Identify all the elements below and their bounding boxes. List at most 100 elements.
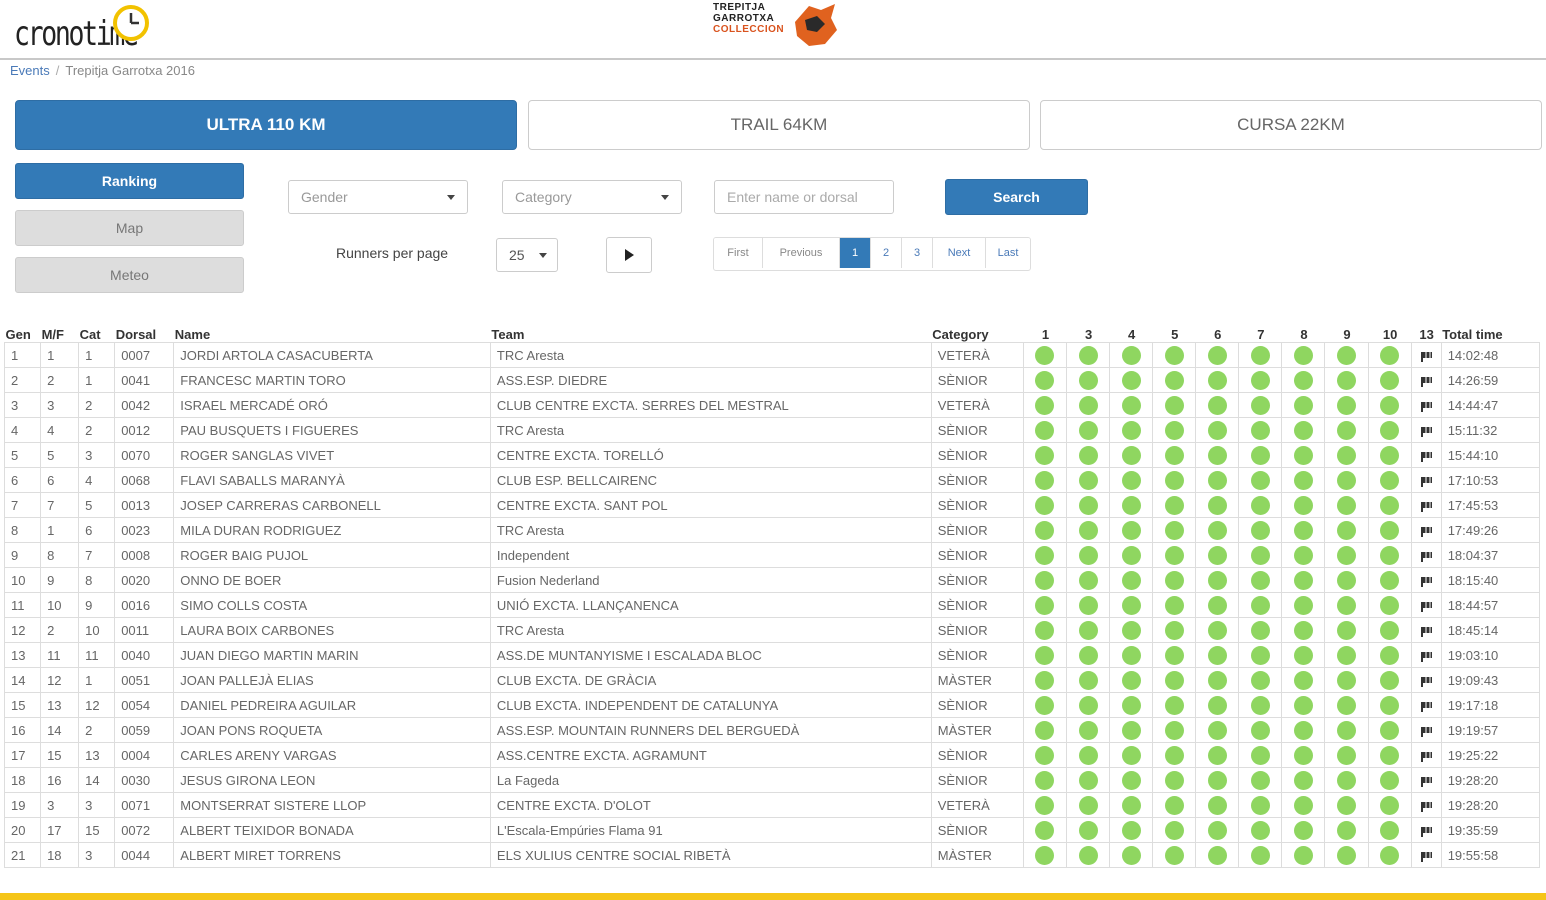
green-dot-icon bbox=[1207, 695, 1227, 715]
green-dot-icon bbox=[1164, 595, 1184, 615]
column-header: Total time bbox=[1442, 327, 1503, 342]
checkpoint-cell bbox=[1152, 767, 1197, 793]
green-dot-icon bbox=[1078, 445, 1098, 465]
table-row[interactable]: 20 17 15 0072 ALBERT TEIXIDOR BONADA L'Escala… bbox=[3, 817, 1541, 843]
pagination-next[interactable]: Next bbox=[933, 238, 986, 268]
pagination-first[interactable]: First bbox=[714, 238, 763, 268]
table-row[interactable]: 5 5 3 0070 ROGER SANGLAS VIVET CENTRE EXCTA. … bbox=[3, 442, 1541, 468]
pagination-page-1[interactable]: 1 bbox=[840, 238, 871, 268]
pagination-page-2[interactable]: 2 bbox=[871, 238, 902, 268]
table-row[interactable]: 21 18 3 0044 ALBERT MIRET TORRENS ELS XULIUS … bbox=[3, 842, 1541, 868]
green-dot-icon bbox=[1337, 370, 1357, 390]
checkpoint-cell bbox=[1022, 642, 1068, 668]
checkpoint-cell bbox=[1152, 567, 1197, 593]
pagination-last[interactable]: Last bbox=[986, 238, 1030, 268]
table-row[interactable]: 7 7 5 0013 JOSEP CARRERAS CARBONELL CENTRE EX… bbox=[3, 492, 1541, 518]
table-row[interactable]: 3 3 2 0042 ISRAEL MERCADÉ ORÓ CLUB CENTRE EXC… bbox=[3, 392, 1541, 418]
table-row[interactable]: 2 2 1 0041 FRANCESC MARTIN TORO ASS.ESP. DIED… bbox=[3, 367, 1541, 393]
table-row[interactable]: 14 12 1 0051 JOAN PALLEJÀ ELIAS CLUB EXCTA. D… bbox=[3, 667, 1541, 693]
category-cell: VETERÀ bbox=[930, 342, 1024, 368]
table-row[interactable]: 1 1 1 0007 JORDI ARTOLA CASACUBERTA TRC Arest… bbox=[3, 342, 1541, 368]
checkpoint-cell bbox=[1152, 792, 1197, 818]
green-dot-icon bbox=[1337, 420, 1357, 440]
pagination-page-3[interactable]: 3 bbox=[902, 238, 933, 268]
column-header: 6 bbox=[1214, 327, 1222, 342]
runner-name-cell: FRANCESC MARTIN TORO bbox=[173, 367, 491, 393]
column-header: Name bbox=[174, 327, 211, 342]
green-dot-icon bbox=[1207, 720, 1227, 740]
mf-rank-cell: 11 bbox=[40, 642, 80, 668]
gen-rank-cell: 12 bbox=[3, 617, 42, 643]
table-row[interactable]: 15 13 12 0054 DANIEL PEDREIRA AGUILAR CLUB EX… bbox=[3, 692, 1541, 718]
table-row[interactable]: 11 10 9 0016 SIMO COLLS COSTA UNIÓ EXCTA. LLA… bbox=[3, 592, 1541, 618]
checkpoint-cell bbox=[1281, 642, 1326, 668]
table-row[interactable]: 9 8 7 0008 ROGER BAIG PUJOL Independent SÈNIOR… bbox=[3, 542, 1541, 568]
checkpoint-cell bbox=[1367, 667, 1412, 693]
dorsal-cell: 0030 bbox=[114, 767, 175, 793]
breadcrumb: Events / Trepitja Garrotxa 2016 bbox=[10, 63, 195, 78]
checkpoint-cell bbox=[1367, 392, 1412, 418]
table-row[interactable]: 19 3 3 0071 MONTSERRAT SISTERE LLOP CENTRE EX… bbox=[3, 792, 1541, 818]
checkpoint-cell bbox=[1109, 392, 1154, 418]
checkpoint-cell bbox=[1022, 617, 1068, 643]
checkpoint-cell bbox=[1066, 642, 1111, 668]
table-row[interactable]: 17 15 13 0004 CARLES ARENY VARGAS ASS.CENTRE … bbox=[3, 742, 1541, 768]
checkpoint-cell bbox=[1109, 642, 1154, 668]
checkpoint-cell bbox=[1367, 492, 1412, 518]
gen-rank-cell: 14 bbox=[3, 667, 42, 693]
runners-per-page-select[interactable]: 25 bbox=[496, 238, 558, 272]
green-dot-icon bbox=[1293, 720, 1313, 740]
search-input[interactable] bbox=[714, 180, 894, 214]
table-row[interactable]: 18 16 14 0030 JESUS GIRONA LEON La Fageda SÈNI… bbox=[3, 767, 1541, 793]
finish-cell bbox=[1410, 417, 1442, 443]
green-dot-icon bbox=[1250, 695, 1270, 715]
ranking-button[interactable]: Ranking bbox=[15, 163, 244, 199]
checkpoint-cell bbox=[1066, 467, 1111, 493]
checkpoint-cell bbox=[1152, 592, 1197, 618]
search-button[interactable]: Search bbox=[945, 179, 1088, 215]
category-cell: SÈNIOR bbox=[930, 742, 1024, 768]
runners-per-page-label: Runners per page bbox=[336, 245, 449, 261]
checkpoint-cell bbox=[1109, 367, 1154, 393]
checkpoint-cell bbox=[1367, 742, 1412, 768]
finish-cell bbox=[1410, 392, 1442, 418]
tab-ultra-110km[interactable]: ULTRA 110 KM bbox=[15, 100, 517, 150]
table-row[interactable]: 4 4 2 0012 PAU BUSQUETS I FIGUERES TRC Aresta… bbox=[3, 417, 1541, 443]
pagination-previous[interactable]: Previous bbox=[763, 238, 840, 268]
category-select[interactable]: Category bbox=[502, 180, 682, 214]
checkpoint-cell bbox=[1066, 817, 1111, 843]
table-row[interactable]: 10 9 8 0020 ONNO DE BOER Fusion Nederland SÈNI… bbox=[3, 567, 1541, 593]
checkpoint-cell bbox=[1281, 567, 1326, 593]
green-dot-icon bbox=[1078, 345, 1098, 365]
table-header-row: Gen M/F Cat Dorsal Name Team Category 1 3 4 5 6 7 8 9 1… bbox=[5, 322, 1540, 343]
table-row[interactable]: 13 11 11 0040 JUAN DIEGO MARTIN MARIN ASS.DE … bbox=[3, 642, 1541, 668]
map-button[interactable]: Map bbox=[15, 210, 244, 246]
checkpoint-cell bbox=[1367, 792, 1412, 818]
table-row[interactable]: 8 1 6 0023 MILA DURAN RODRIGUEZ TRC Aresta SÈN… bbox=[3, 517, 1541, 543]
breadcrumb-events-link[interactable]: Events bbox=[10, 63, 50, 78]
apply-button[interactable] bbox=[606, 237, 652, 273]
meteo-button[interactable]: Meteo bbox=[15, 257, 244, 293]
checkpoint-cell bbox=[1109, 492, 1154, 518]
green-dot-icon bbox=[1380, 370, 1400, 390]
gender-select[interactable]: Gender bbox=[288, 180, 468, 214]
green-dot-icon bbox=[1164, 370, 1184, 390]
green-dot-icon bbox=[1337, 795, 1357, 815]
checkpoint-cell bbox=[1195, 392, 1240, 418]
table-row[interactable]: 6 6 4 0068 FLAVI SABALLS MARANYÀ CLUB ESP. BE… bbox=[3, 467, 1541, 493]
checkpoint-cell bbox=[1238, 517, 1283, 543]
finish-flag-icon bbox=[1420, 426, 1432, 437]
checkpoint-cell bbox=[1109, 617, 1154, 643]
checkpoint-cell bbox=[1238, 767, 1283, 793]
checkpoint-cell bbox=[1066, 792, 1111, 818]
team-cell: ASS.ESP. DIEDRE bbox=[489, 367, 932, 393]
runner-name-cell: ROGER SANGLAS VIVET bbox=[173, 442, 491, 468]
table-row[interactable]: 16 14 2 0059 JOAN PONS ROQUETA ASS.ESP. MOUNT… bbox=[3, 717, 1541, 743]
table-row[interactable]: 12 2 10 0011 LAURA BOIX CARBONES TRC Aresta SÈ… bbox=[3, 617, 1541, 643]
tab-trail-64km[interactable]: TRAIL 64KM bbox=[528, 100, 1030, 150]
tab-cursa-22km[interactable]: CURSA 22KM bbox=[1040, 100, 1542, 150]
green-dot-icon bbox=[1293, 670, 1313, 690]
green-dot-icon bbox=[1035, 420, 1055, 440]
button-label: Map bbox=[115, 220, 144, 236]
checkpoint-cell bbox=[1109, 817, 1154, 843]
